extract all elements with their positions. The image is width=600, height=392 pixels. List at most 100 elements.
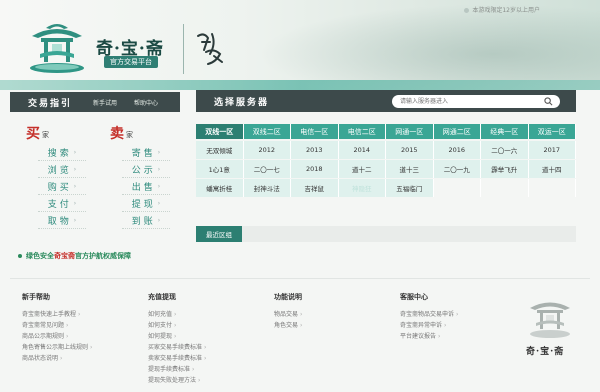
- server-cell[interactable]: 道十二: [338, 160, 386, 178]
- server-cell[interactable]: 2017: [528, 141, 576, 159]
- server-region-tabs: 双线一区 双线二区 电信一区 电信二区 网通一区 网通二区 经典一区 双运一区: [196, 124, 576, 139]
- server-cell[interactable]: 封神斗法: [243, 179, 291, 197]
- seller-step-sell[interactable]: 出售 ›: [122, 178, 170, 195]
- info-dot-icon: [464, 8, 470, 13]
- server-row: 1心1意 二〇一七 2018 道十二 道十三 二〇一九 霹举飞升 道十四: [196, 160, 576, 179]
- server-cell[interactable]: 蟠寓折桂: [196, 179, 244, 197]
- server-grid: 无双傾城 2012 2013 2014 2015 2016 二〇一六 2017 …: [196, 141, 576, 198]
- footer-link[interactable]: 角色交易 ›: [274, 320, 302, 331]
- footer-link[interactable]: 角色寄售公示期上线规则 ›: [22, 342, 92, 353]
- server-cell[interactable]: 2018: [291, 160, 339, 178]
- footer-link[interactable]: 商品公示期规则 ›: [22, 331, 92, 342]
- server-cell[interactable]: 2013: [291, 141, 339, 159]
- server-cell[interactable]: 五福临门: [386, 179, 434, 197]
- game-calligraphy-logo[interactable]: [192, 28, 228, 68]
- trial-link[interactable]: 新手试用: [93, 98, 117, 107]
- safety-prefix: 绿色安全: [26, 252, 54, 260]
- footer-link[interactable]: 买家交易手续费标准 ›: [148, 342, 206, 353]
- footer-link[interactable]: 提现手续费标准 ›: [148, 364, 206, 375]
- footer-link[interactable]: 奇宝斋常见问题 ›: [22, 320, 92, 331]
- server-cell[interactable]: 2016: [433, 141, 481, 159]
- tab-region-2[interactable]: 双线二区: [243, 124, 291, 139]
- buyer-step-pay[interactable]: 支付 ›: [38, 195, 86, 212]
- chevron-right-icon: ›: [66, 333, 69, 340]
- chevron-right-icon: ›: [157, 148, 161, 156]
- recent-servers-bar: 最近区组: [196, 226, 576, 242]
- seller-step-withdraw[interactable]: 提现 ›: [122, 195, 170, 212]
- buyer-step-pickup[interactable]: 取物 ›: [38, 212, 86, 229]
- server-cell[interactable]: 道十四: [528, 160, 576, 178]
- server-cell[interactable]: 1心1意: [196, 160, 244, 178]
- footer-link-text: 如何充值: [148, 311, 173, 318]
- chevron-right-icon: ›: [174, 311, 177, 318]
- server-cell[interactable]: 道十三: [386, 160, 434, 178]
- seller-step-label: 寄售: [131, 148, 156, 159]
- pavilion-logo-icon: [530, 302, 570, 338]
- buyer-steps: 买 家 搜索 › 浏览 › 购买 › 支付 › 取物 ›: [20, 122, 86, 230]
- trade-guide-bar: 交易指引 新手试用 帮助中心: [10, 92, 180, 112]
- footer-link[interactable]: 卖家交易手续费标准 ›: [148, 353, 206, 364]
- server-cell[interactable]: 2014: [338, 141, 386, 159]
- chevron-right-icon: ›: [300, 311, 303, 318]
- footer-link[interactable]: 如何支付 ›: [148, 320, 206, 331]
- seller-step-consign[interactable]: 寄售 ›: [122, 144, 170, 161]
- server-select-title: 选择服务器: [214, 98, 270, 108]
- chevron-right-icon: ›: [174, 333, 177, 340]
- server-cell[interactable]: 霹举飞升: [481, 160, 529, 178]
- chevron-right-icon: ›: [78, 311, 81, 318]
- tab-region-8[interactable]: 双运一区: [528, 124, 576, 139]
- footer-brand: 奇·宝·斋: [526, 347, 565, 357]
- buyer-step-search[interactable]: 搜索 ›: [38, 144, 86, 161]
- chevron-right-icon: ›: [157, 165, 161, 173]
- footer-link[interactable]: 提现失败处理方法 ›: [148, 375, 206, 386]
- header-divider: [183, 24, 184, 74]
- tab-region-4[interactable]: 电信二区: [338, 124, 386, 139]
- help-center-link[interactable]: 帮助中心: [134, 98, 158, 107]
- chevron-right-icon: ›: [438, 333, 441, 340]
- footer-link[interactable]: 如何提现 ›: [148, 331, 206, 342]
- tab-region-3[interactable]: 电信一区: [291, 124, 339, 139]
- footer-link-text: 买家交易手续费标准: [148, 344, 203, 351]
- buyer-step-label: 搜索: [47, 148, 72, 159]
- brand-subtitle: 官方交易平台: [104, 56, 158, 68]
- seller-step-publicize[interactable]: 公示 ›: [122, 161, 170, 178]
- footer-link[interactable]: 奇宝斋物品交易申诉 ›: [400, 309, 458, 320]
- tab-recent-servers[interactable]: 最近区组: [196, 226, 242, 242]
- footer-link[interactable]: 奇宝斋快速上手教程 ›: [22, 309, 92, 320]
- footer-link[interactable]: 奇宝斋异常申诉 ›: [400, 320, 458, 331]
- footer-link[interactable]: 商品状态说明 ›: [22, 353, 92, 364]
- safety-brand: 奇宝斋: [54, 252, 75, 260]
- buyer-step-browse[interactable]: 浏览 ›: [38, 161, 86, 178]
- chevron-right-icon: ›: [174, 322, 177, 329]
- server-search-input[interactable]: [400, 96, 540, 107]
- pavilion-logo-icon[interactable]: [26, 14, 88, 76]
- footer-link-text: 奇宝斋异常申诉: [400, 322, 443, 329]
- server-cell[interactable]: 2012: [243, 141, 291, 159]
- footer-link-text: 奇宝斋常见问题: [22, 322, 65, 329]
- footer-col-title: 客服中心: [400, 293, 428, 301]
- server-cell[interactable]: 二〇一九: [433, 160, 481, 178]
- chevron-right-icon: ›: [300, 322, 303, 329]
- tab-region-6[interactable]: 网通二区: [433, 124, 481, 139]
- footer-link-text: 如何提现: [148, 333, 173, 340]
- tab-region-7[interactable]: 经典一区: [481, 124, 529, 139]
- server-cell[interactable]: 二〇一七: [243, 160, 291, 178]
- footer-link[interactable]: 如何充值 ›: [148, 309, 206, 320]
- server-cell-empty: [481, 179, 529, 197]
- server-cell[interactable]: 吉祥鼠: [291, 179, 339, 197]
- seller-step-label: 到账: [131, 216, 156, 227]
- search-icon[interactable]: [544, 97, 553, 106]
- seller-step-arrive[interactable]: 到账 ›: [122, 212, 170, 229]
- buyer-step-buy[interactable]: 购买 ›: [38, 178, 86, 195]
- server-cell[interactable]: 2015: [386, 141, 434, 159]
- tab-region-1[interactable]: 双线一区: [196, 124, 244, 139]
- tab-region-5[interactable]: 网通一区: [386, 124, 434, 139]
- server-cell[interactable]: 无双傾城: [196, 141, 244, 159]
- seller-step-label: 公示: [131, 165, 156, 176]
- footer-link[interactable]: 物品交易 ›: [274, 309, 302, 320]
- footer-link[interactable]: 平台建议报告 ›: [400, 331, 458, 342]
- server-cell[interactable]: 二〇一六: [481, 141, 529, 159]
- footer-col-features: 功能说明 物品交易 › 角色交易 ›: [274, 292, 302, 331]
- footer-col-title: 功能说明: [274, 293, 302, 301]
- footer-link-text: 物品交易: [274, 311, 299, 318]
